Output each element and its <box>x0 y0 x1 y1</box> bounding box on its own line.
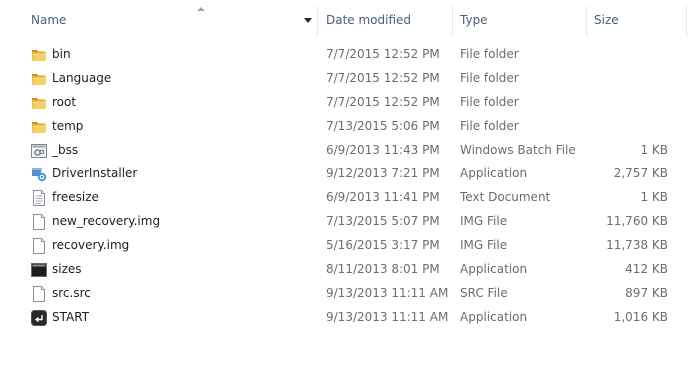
file-row[interactable]: recovery.img 5/16/2015 3:17 PM IMG File 11,… <box>0 234 692 258</box>
installer-app-icon <box>31 166 47 182</box>
file-type: File folder <box>460 47 519 61</box>
file-type: IMG File <box>460 238 508 253</box>
file-size: 412 KB <box>625 262 668 277</box>
file-row[interactable]: bin 7/7/2015 12:52 PM File folder <box>0 43 692 67</box>
column-header-date-label: Date modified <box>326 13 412 27</box>
file-row[interactable]: root 7/7/2015 12:52 PM File folder <box>0 91 692 115</box>
file-type: Application <box>460 309 528 324</box>
file-name: bin <box>52 47 71 61</box>
file-size <box>586 115 668 139</box>
file-name: new_recovery.img <box>52 214 161 229</box>
file-date-modified: 5/16/2015 3:17 PM <box>326 238 440 253</box>
file-name-cell[interactable]: Language <box>31 67 317 91</box>
file-date-modified: 6/9/2013 11:43 PM <box>326 142 440 157</box>
terminal-app-icon <box>31 309 47 326</box>
file-size: 11,760 KB <box>606 214 668 229</box>
file-type: File folder <box>460 118 519 133</box>
file-size: 1 KB <box>640 190 668 205</box>
file-name: root <box>52 94 77 109</box>
column-header-size-label: Size <box>594 13 619 27</box>
file-type: Windows Batch File <box>460 142 576 157</box>
file-row[interactable]: _bss 6/9/2013 11:43 PM Windows Batch File 1… <box>0 139 692 163</box>
file-name-cell[interactable]: DriverInstaller <box>31 162 317 186</box>
file-size: 11,738 KB <box>606 238 668 253</box>
column-divider[interactable] <box>686 6 687 36</box>
file-type: File folder <box>460 94 519 109</box>
file-size <box>586 67 668 91</box>
file-name: recovery.img <box>52 238 130 253</box>
folder-icon <box>31 71 47 87</box>
file-name-cell[interactable]: new_recovery.img <box>31 210 317 234</box>
file-row[interactable]: sizes 8/11/2013 8:01 PM Application 412 KB <box>0 258 692 282</box>
file-type: Text Document <box>460 190 551 205</box>
file-type: IMG File <box>460 214 508 229</box>
file-size: 2,757 KB <box>613 166 668 181</box>
file-type: Application <box>460 166 528 181</box>
folder-icon <box>31 119 47 135</box>
file-name: sizes <box>52 262 82 277</box>
folder-icon <box>31 47 47 63</box>
file-date-modified: 7/7/2015 12:52 PM <box>326 94 440 109</box>
file-date-modified: 6/9/2013 11:41 PM <box>326 190 440 205</box>
file-row[interactable]: new_recovery.img 7/13/2015 5:07 PM IMG Fil… <box>0 210 692 234</box>
column-header-date[interactable]: Date modified <box>318 0 453 40</box>
blank-file-icon <box>31 238 47 255</box>
file-size <box>586 43 668 67</box>
file-date-modified: 7/7/2015 12:52 PM <box>326 70 440 85</box>
file-row[interactable]: DriverInstaller 9/12/2013 7:21 PM Applicat… <box>0 162 692 186</box>
file-row[interactable]: src.src 9/13/2013 11:11 AM SRC File 897 KB <box>0 282 692 306</box>
folder-icon <box>31 95 47 111</box>
column-header-type-label: Type <box>460 13 488 27</box>
file-name: temp <box>52 118 84 133</box>
blank-file-icon <box>31 214 47 231</box>
file-name: _bss <box>52 142 79 157</box>
file-date-modified: 7/13/2015 5:07 PM <box>326 214 440 229</box>
column-header-name-label: Name <box>31 13 67 27</box>
column-header-name[interactable]: Name <box>0 0 318 40</box>
file-name-cell[interactable]: recovery.img <box>31 234 317 258</box>
file-date-modified: 8/11/2013 8:01 PM <box>326 262 440 277</box>
file-type: File folder <box>460 70 519 85</box>
file-list: bin 7/7/2015 12:52 PM File folder Language 7… <box>0 43 692 330</box>
file-size: 1 KB <box>640 142 668 157</box>
file-type: Application <box>460 262 528 277</box>
batch-file-icon <box>31 143 47 159</box>
file-date-modified: 9/13/2013 11:11 AM <box>326 285 449 300</box>
file-name: freesize <box>52 190 99 205</box>
file-name-cell[interactable]: freesize <box>31 186 317 210</box>
file-name-cell[interactable]: src.src <box>31 282 317 306</box>
sort-ascending-icon <box>197 7 205 11</box>
file-name-cell[interactable]: _bss <box>31 139 317 163</box>
file-size: 1,016 KB <box>613 309 668 324</box>
file-type: SRC File <box>460 285 508 300</box>
file-name-cell[interactable]: root <box>31 91 317 115</box>
file-name: DriverInstaller <box>52 166 138 181</box>
file-row[interactable]: START 9/13/2013 11:11 AM Application 1,016 … <box>0 306 692 330</box>
file-name: Language <box>52 70 112 85</box>
file-name-cell[interactable]: temp <box>31 115 317 139</box>
column-header-size[interactable]: Size <box>586 0 686 40</box>
file-size: 897 KB <box>625 285 668 300</box>
file-name-cell[interactable]: START <box>31 306 317 330</box>
console-app-icon <box>31 262 47 278</box>
file-row[interactable]: temp 7/13/2015 5:06 PM File folder <box>0 115 692 139</box>
file-date-modified: 7/7/2015 12:52 PM <box>326 47 440 61</box>
column-header: Name Date modified Type Size <box>0 0 692 40</box>
file-name-cell[interactable]: bin <box>31 43 317 67</box>
file-row[interactable]: freesize 6/9/2013 11:41 PM Text Document 1 … <box>0 186 692 210</box>
file-date-modified: 7/13/2015 5:06 PM <box>326 118 440 133</box>
text-document-icon <box>31 190 47 207</box>
file-row[interactable]: Language 7/7/2015 12:52 PM File folder <box>0 67 692 91</box>
file-name: START <box>52 309 90 324</box>
column-header-type[interactable]: Type <box>453 0 586 40</box>
file-name-cell[interactable]: sizes <box>31 258 317 282</box>
file-date-modified: 9/12/2013 7:21 PM <box>326 166 440 181</box>
blank-file-icon <box>31 285 47 302</box>
file-size <box>586 91 668 115</box>
file-name: src.src <box>52 285 91 300</box>
column-filter-dropdown-icon[interactable] <box>304 18 312 23</box>
file-date-modified: 9/13/2013 11:11 AM <box>326 309 449 324</box>
